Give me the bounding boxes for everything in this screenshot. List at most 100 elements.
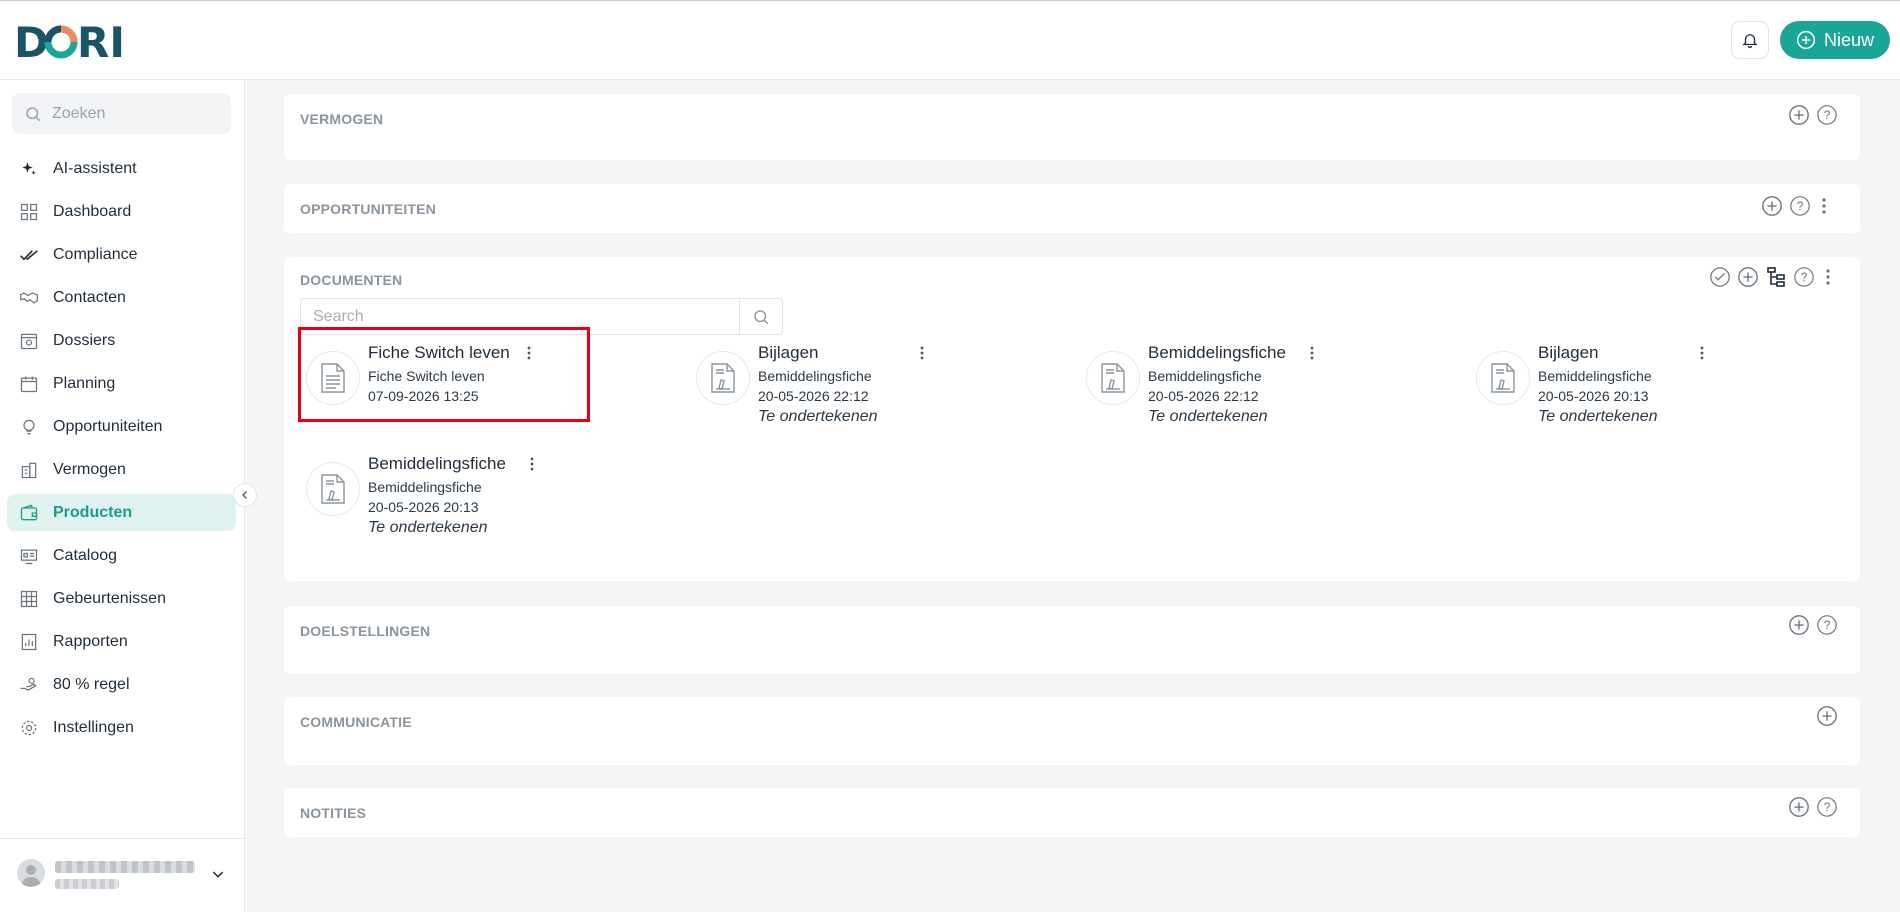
sidebar-item-planning[interactable]: Planning [7,365,236,402]
section-opportuniteiten: OPPORTUNITEITEN ? [284,184,1860,233]
svg-text:?: ? [1797,199,1804,213]
table-icon [19,589,39,609]
document-search-button[interactable] [739,299,782,334]
sidebar-item-label: Dossiers [53,331,116,349]
sidebar-item-rapporten[interactable]: Rapporten [7,623,236,660]
sidebar-item-instellingen[interactable]: Instellingen [7,709,236,746]
document-status: Te ondertekenen [1538,408,1658,425]
notifications-button[interactable] [1731,21,1769,59]
add-icon[interactable] [1788,796,1810,818]
document-name[interactable]: Bijlagen [758,343,819,363]
svg-text:?: ? [1824,618,1831,632]
section-communicatie: COMMUNICATIE [284,697,1860,765]
sidebar: AI-assistent Dashboard Compliance Contac… [0,80,245,912]
sidebar-item-dossiers[interactable]: Dossiers [7,322,236,359]
signed-document-icon [1086,351,1140,405]
document-type: Bemiddelingsfiche [758,368,872,384]
sidebar-item-ai-assistent[interactable]: AI-assistent [7,150,236,187]
svg-text:D: D [14,19,49,63]
section-actions: ? [1788,104,1838,126]
section-title: NOTITIES [300,805,367,821]
sidebar-item-label: Planning [53,374,116,392]
document-status: Te ondertekenen [368,519,488,536]
sidebar-item-vermogen[interactable]: Vermogen [7,451,236,488]
sidebar-item-label: Gebeurtenissen [53,589,166,607]
help-icon[interactable]: ? [1816,614,1838,636]
tree-structure-icon[interactable] [1765,266,1787,288]
help-icon[interactable]: ? [1789,195,1811,217]
sidebar-item-80-regel[interactable]: 80 % regel [7,666,236,703]
hand-coin-icon [19,675,39,695]
section-actions: ? [1761,195,1831,217]
sidebar-item-compliance[interactable]: Compliance [7,236,236,273]
sidebar-item-opportuniteiten[interactable]: Opportuniteiten [7,408,236,445]
add-icon[interactable] [1816,705,1838,727]
document-menu-icon[interactable] [526,455,538,473]
help-icon[interactable]: ? [1793,266,1815,288]
document-type: Bemiddelingsfiche [1538,368,1652,384]
document-menu-icon[interactable] [916,344,928,362]
document-name[interactable]: Bijlagen [1538,343,1599,363]
sidebar-item-label: Instellingen [53,718,134,736]
section-notities: NOTITIES ? [284,788,1860,837]
chevron-down-icon[interactable] [210,866,226,887]
more-options-icon[interactable] [1821,266,1835,288]
sidebar-item-catalog[interactable]: Cataloog [7,537,236,574]
sidebar-item-dashboard[interactable]: Dashboard [7,193,236,230]
document-item[interactable]: Bemiddelingsfiche Bemiddelingsfiche 20-0… [303,454,663,550]
document-menu-icon[interactable] [1696,344,1708,362]
collapse-sidebar-button[interactable] [233,483,257,507]
user-menu[interactable] [0,838,245,912]
document-item[interactable]: Bijlagen Bemiddelingsfiche 20-05-2026 20… [1473,343,1833,439]
add-icon[interactable] [1788,104,1810,126]
section-vermogen: VERMOGEN ? [284,94,1860,160]
document-item[interactable]: Bijlagen Bemiddelingsfiche 20-05-2026 22… [693,343,1053,439]
new-button-label: Nieuw [1823,29,1875,50]
section-title: COMMUNICATIE [300,714,412,730]
add-icon[interactable] [1761,195,1783,217]
document-date: 20-05-2026 20:13 [368,499,479,515]
sidebar-item-contacten[interactable]: Contacten [7,279,236,316]
top-bar: D RI Nieuw [0,0,1900,80]
dori-logo[interactable]: D RI [14,19,134,63]
document-name[interactable]: Bemiddelingsfiche [1148,343,1286,363]
document-item[interactable]: Bemiddelingsfiche Bemiddelingsfiche 20-0… [1083,343,1443,439]
highlight-box [298,327,590,422]
search-icon [26,106,41,121]
document-menu-icon[interactable] [1306,344,1318,362]
plus-circle-icon [1796,30,1816,50]
more-options-icon[interactable] [1817,195,1831,217]
new-button[interactable]: Nieuw [1780,21,1890,59]
sidebar-search-input[interactable] [52,104,212,123]
sidebar-item-label: Producten [53,503,133,521]
check-circle-icon[interactable] [1709,266,1731,288]
double-check-icon [19,245,39,265]
user-name-redacted [55,861,195,873]
document-status: Te ondertekenen [758,408,878,425]
add-icon[interactable] [1737,266,1759,288]
signed-document-icon [1476,351,1530,405]
signed-document-icon [306,462,360,516]
document-date: 20-05-2026 22:12 [758,388,869,404]
add-icon[interactable] [1788,614,1810,636]
document-name[interactable]: Bemiddelingsfiche [368,454,506,474]
building-icon [19,460,39,480]
avatar [17,859,45,887]
user-role-redacted [55,879,119,889]
sidebar-item-label: Dashboard [53,202,132,220]
sidebar-item-label: Rapporten [53,632,128,650]
sidebar-search[interactable] [12,93,231,134]
section-doelstellingen: DOELSTELLINGEN ? [284,606,1860,674]
svg-text:?: ? [1824,800,1831,814]
document-type: Bemiddelingsfiche [368,479,482,495]
sidebar-item-producten[interactable]: Producten [7,494,236,531]
sidebar-item-gebeurtenissen[interactable]: Gebeurtenissen [7,580,236,617]
help-icon[interactable]: ? [1816,796,1838,818]
sidebar-item-label: Contacten [53,288,126,306]
section-actions [1816,705,1838,727]
section-actions: ? [1709,266,1835,288]
svg-text:RI: RI [77,19,125,63]
section-title: VERMOGEN [300,111,384,127]
search-icon [754,309,769,324]
help-icon[interactable]: ? [1816,104,1838,126]
